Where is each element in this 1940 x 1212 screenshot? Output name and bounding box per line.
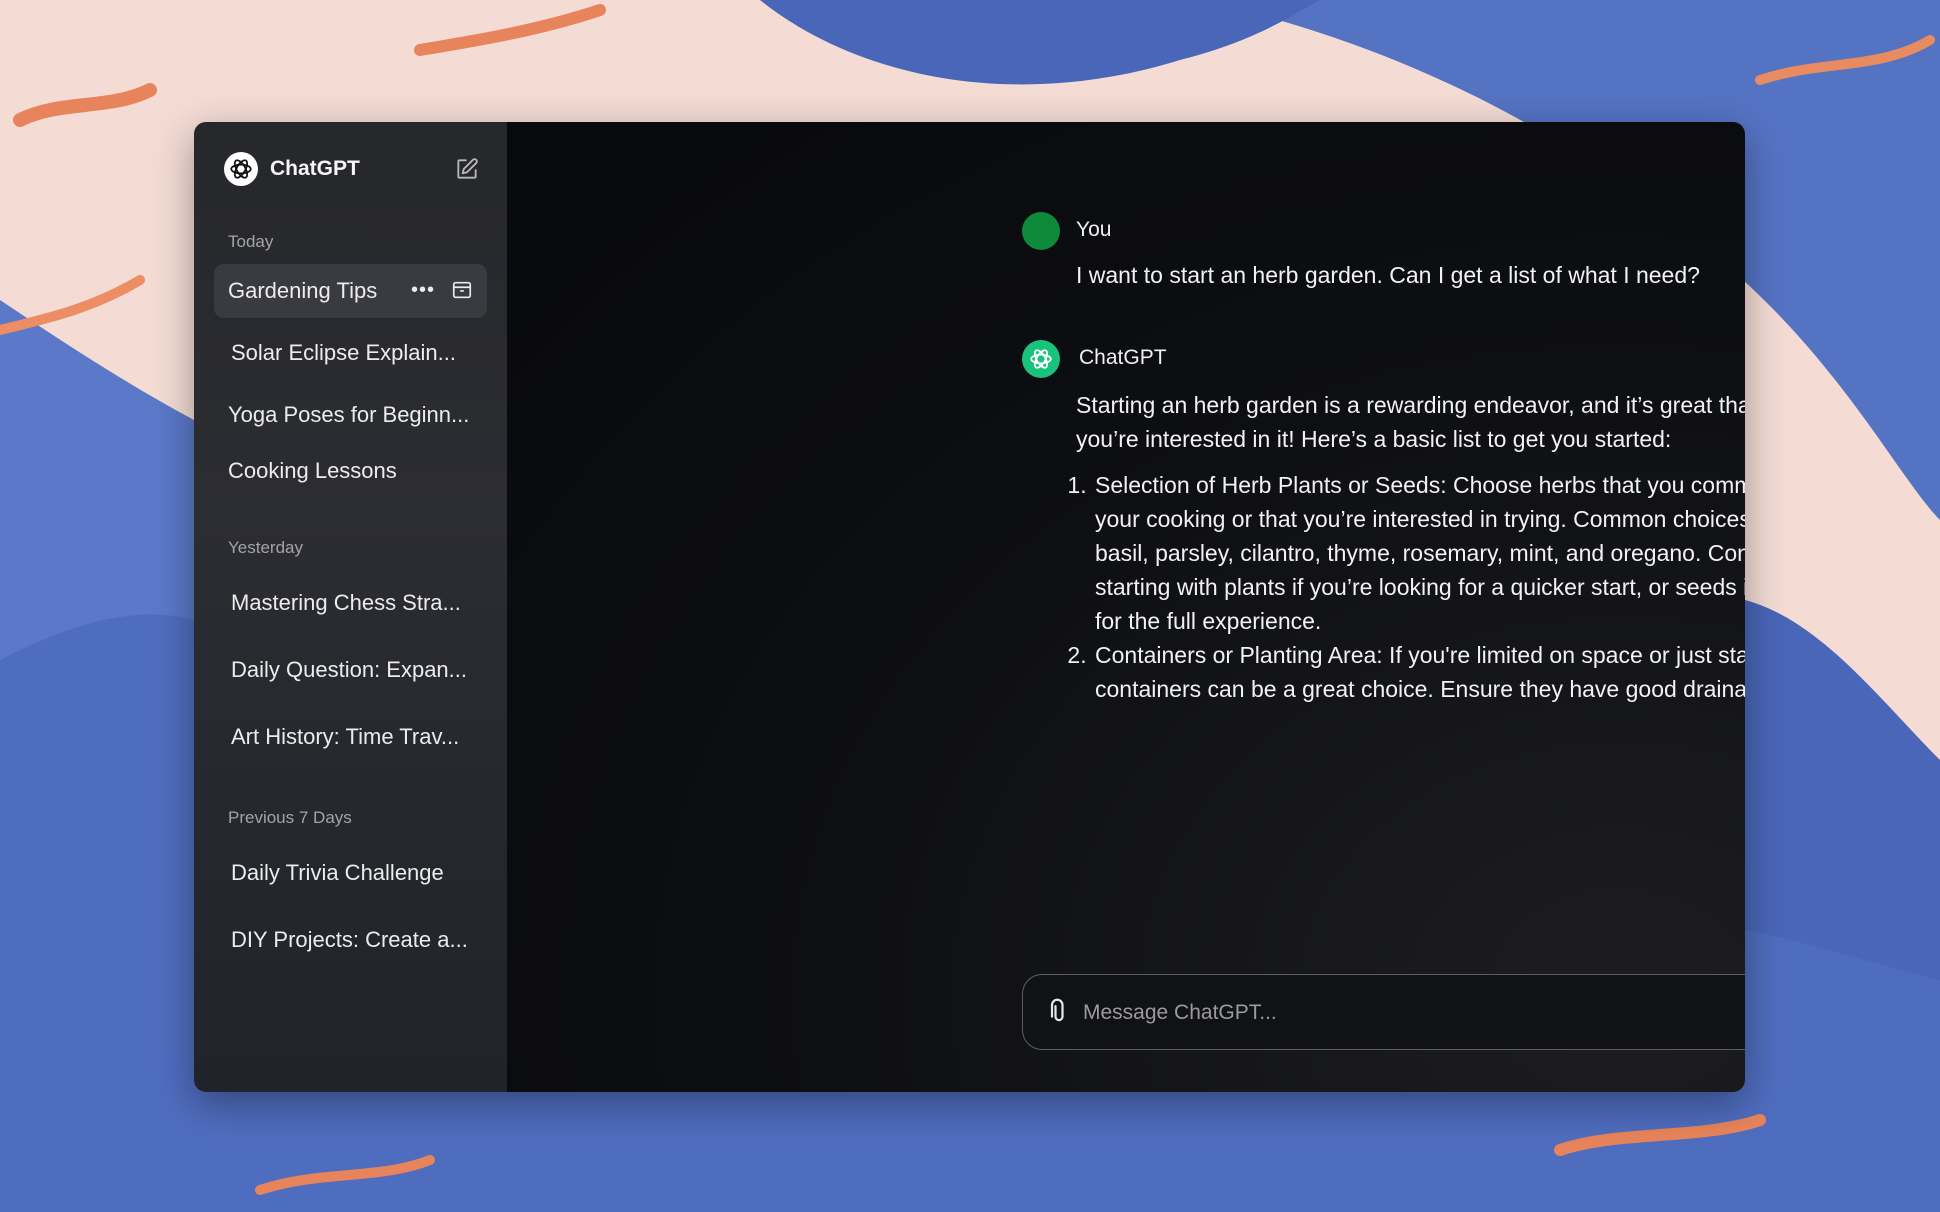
sidebar-item-diy-projects[interactable]: DIY Projects: Create a... [214,913,487,967]
sidebar-item-cooking-lessons[interactable]: Cooking Lessons [214,444,487,498]
paperclip-icon[interactable] [1045,998,1073,1026]
archive-icon[interactable] [451,279,473,301]
assistant-name: ChatGPT [1079,346,1167,369]
sidebar-item-solar-eclipse[interactable]: Solar Eclipse Explain... [214,326,487,380]
brand-name: ChatGPT [270,157,360,180]
openai-logo-icon [224,152,258,186]
sidebar: ChatGPT Today Gardening Tips ••• Solar E… [194,122,507,1092]
assistant-intro: Starting an herb garden is a rewarding e… [1076,392,1745,452]
user-message: I want to start an herb garden. Can I ge… [1076,262,1700,288]
sidebar-item-art-history[interactable]: Art History: Time Trav... [214,710,487,764]
sidebar-item-label: Daily Question: Expan... [231,657,468,682]
sidebar-item-label: Daily Trivia Challenge [231,860,444,885]
chat-main: You I want to start an herb garden. Can … [507,122,1745,1092]
sidebar-item-label: Cooking Lessons [228,458,397,483]
user-avatar [1022,212,1060,250]
sidebar-item-label: Mastering Chess Stra... [231,590,461,615]
assistant-list: Selection of Herb Plants or Seeds: Choos… [1055,468,1745,706]
list-item: Selection of Herb Plants or Seeds: Choos… [1093,468,1745,638]
chatgpt-avatar-icon [1022,340,1060,378]
user-name: You [1076,218,1112,241]
more-options-icon[interactable]: ••• [411,280,435,300]
message-input[interactable] [1081,991,1745,1035]
sidebar-item-label: Gardening Tips [228,278,378,303]
message-composer [1022,974,1745,1050]
sidebar-item-label: Solar Eclipse Explain... [231,340,456,365]
section-label-today: Today [228,232,274,251]
list-item-text: Selection of Herb Plants or Seeds: Choos… [1095,472,1745,634]
sidebar-item-mastering-chess[interactable]: Mastering Chess Stra... [214,576,487,630]
section-label-yesterday: Yesterday [228,538,303,557]
sidebar-item-label: Art History: Time Trav... [231,724,460,749]
sidebar-item-daily-question[interactable]: Daily Question: Expan... [214,643,487,697]
sidebar-item-label: Yoga Poses for Beginn... [228,402,470,427]
list-item-text: Containers or Planting Area: If you're l… [1095,642,1745,702]
sidebar-item-gardening-tips[interactable]: Gardening Tips ••• [214,264,487,318]
sidebar-item-label: DIY Projects: Create a... [231,927,468,952]
new-chat-icon[interactable] [454,156,480,182]
sidebar-item-yoga-poses[interactable]: Yoga Poses for Beginn... [214,388,487,442]
sidebar-item-daily-trivia[interactable]: Daily Trivia Challenge [214,846,487,900]
chatgpt-window: ChatGPT Today Gardening Tips ••• Solar E… [194,122,1745,1092]
brand[interactable]: ChatGPT [224,152,360,186]
list-item: Containers or Planting Area: If you're l… [1093,638,1745,706]
section-label-previous-7-days: Previous 7 Days [228,808,352,827]
